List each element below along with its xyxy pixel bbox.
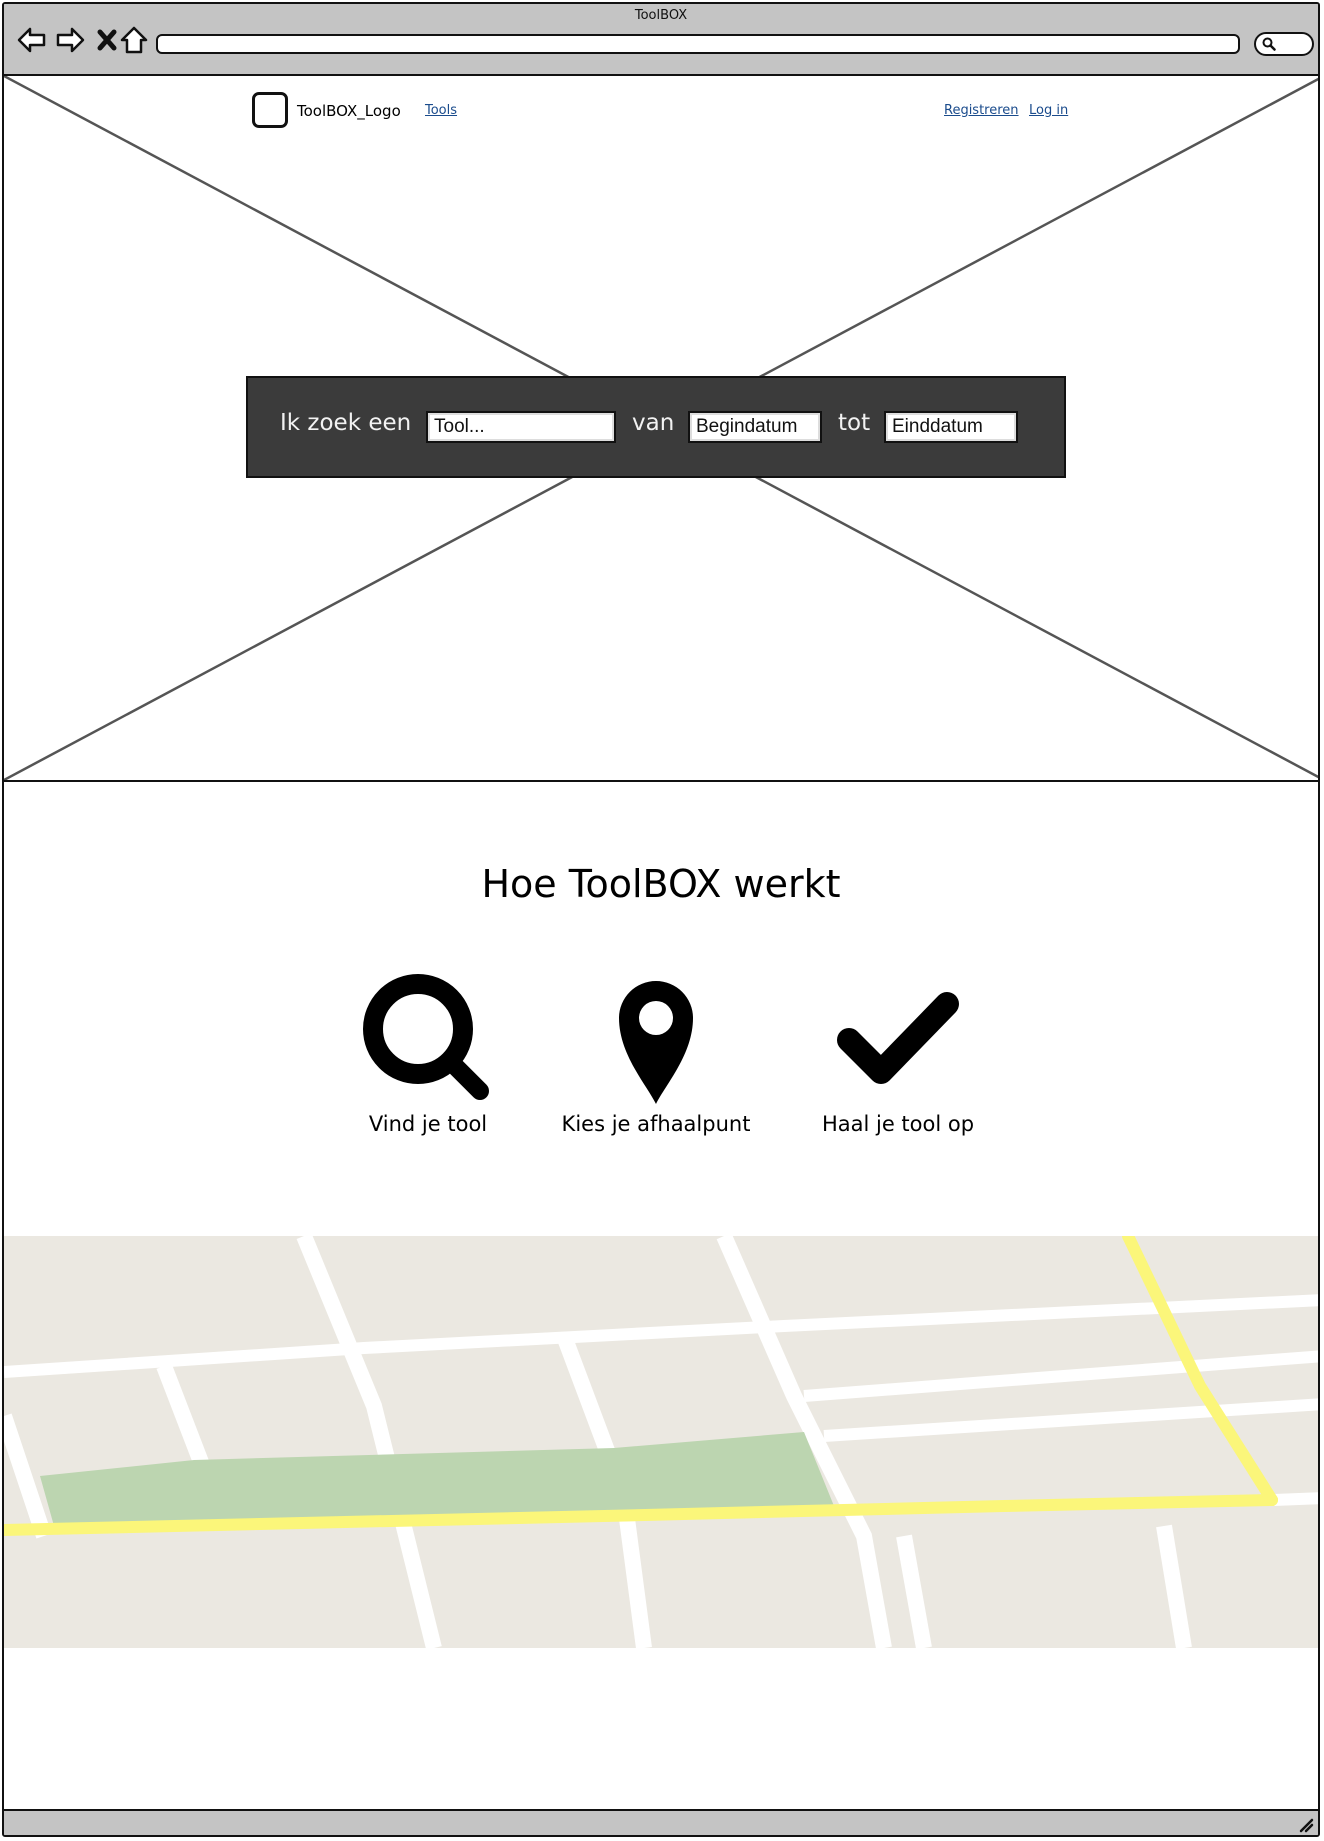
end-date-input[interactable] (884, 411, 1018, 443)
address-bar[interactable] (156, 34, 1240, 54)
map[interactable] (4, 1236, 1318, 1648)
login-link[interactable]: Log in (1029, 103, 1068, 118)
search-icon (363, 974, 489, 1100)
hero-section: ToolBOX_Logo Tools Registreren Log in Ik… (4, 76, 1318, 782)
tool-input[interactable] (426, 411, 616, 443)
section-title: Hoe ToolBOX werkt (481, 862, 841, 906)
browser-search-box[interactable] (1254, 32, 1314, 56)
step-label: Vind je tool (368, 1112, 488, 1136)
window-title: ToolBOX (634, 8, 688, 23)
search-label-prefix: Ik zoek een (280, 410, 412, 436)
register-link[interactable]: Registreren (944, 103, 1019, 118)
step-label: Haal je tool op (821, 1112, 975, 1136)
search-panel: Ik zoek een van tot (246, 376, 1066, 478)
step-label: Kies je afhaalpunt (561, 1112, 751, 1136)
step-collect-tool: Haal je tool op (778, 974, 1018, 1136)
status-bar (4, 1809, 1318, 1835)
back-icon[interactable] (16, 24, 48, 56)
resize-grip-icon[interactable] (1298, 1817, 1314, 1833)
browser-toolbar: ToolBOX (4, 4, 1318, 76)
step-pickup-point: Kies je afhaalpunt (536, 974, 776, 1136)
map-graphic (4, 1236, 1318, 1648)
map-pin-icon (619, 981, 693, 1104)
magnifier-icon (1262, 37, 1276, 51)
logo-text[interactable]: ToolBOX_Logo (297, 102, 401, 120)
search-label-to: tot (838, 410, 871, 436)
step-find-tool: Vind je tool (308, 974, 548, 1136)
home-icon[interactable] (118, 24, 150, 56)
forward-icon[interactable] (54, 24, 86, 56)
checkmark-icon (837, 992, 959, 1084)
nav-link-tools[interactable]: Tools (425, 103, 457, 118)
search-label-from: van (632, 410, 675, 436)
site-header: ToolBOX_Logo Tools Registreren Log in (249, 84, 1069, 128)
logo-icon[interactable] (252, 92, 288, 128)
browser-window: ToolBOX ToolBOX_Logo Tools Registreren L… (2, 2, 1320, 1837)
start-date-input[interactable] (688, 411, 822, 443)
